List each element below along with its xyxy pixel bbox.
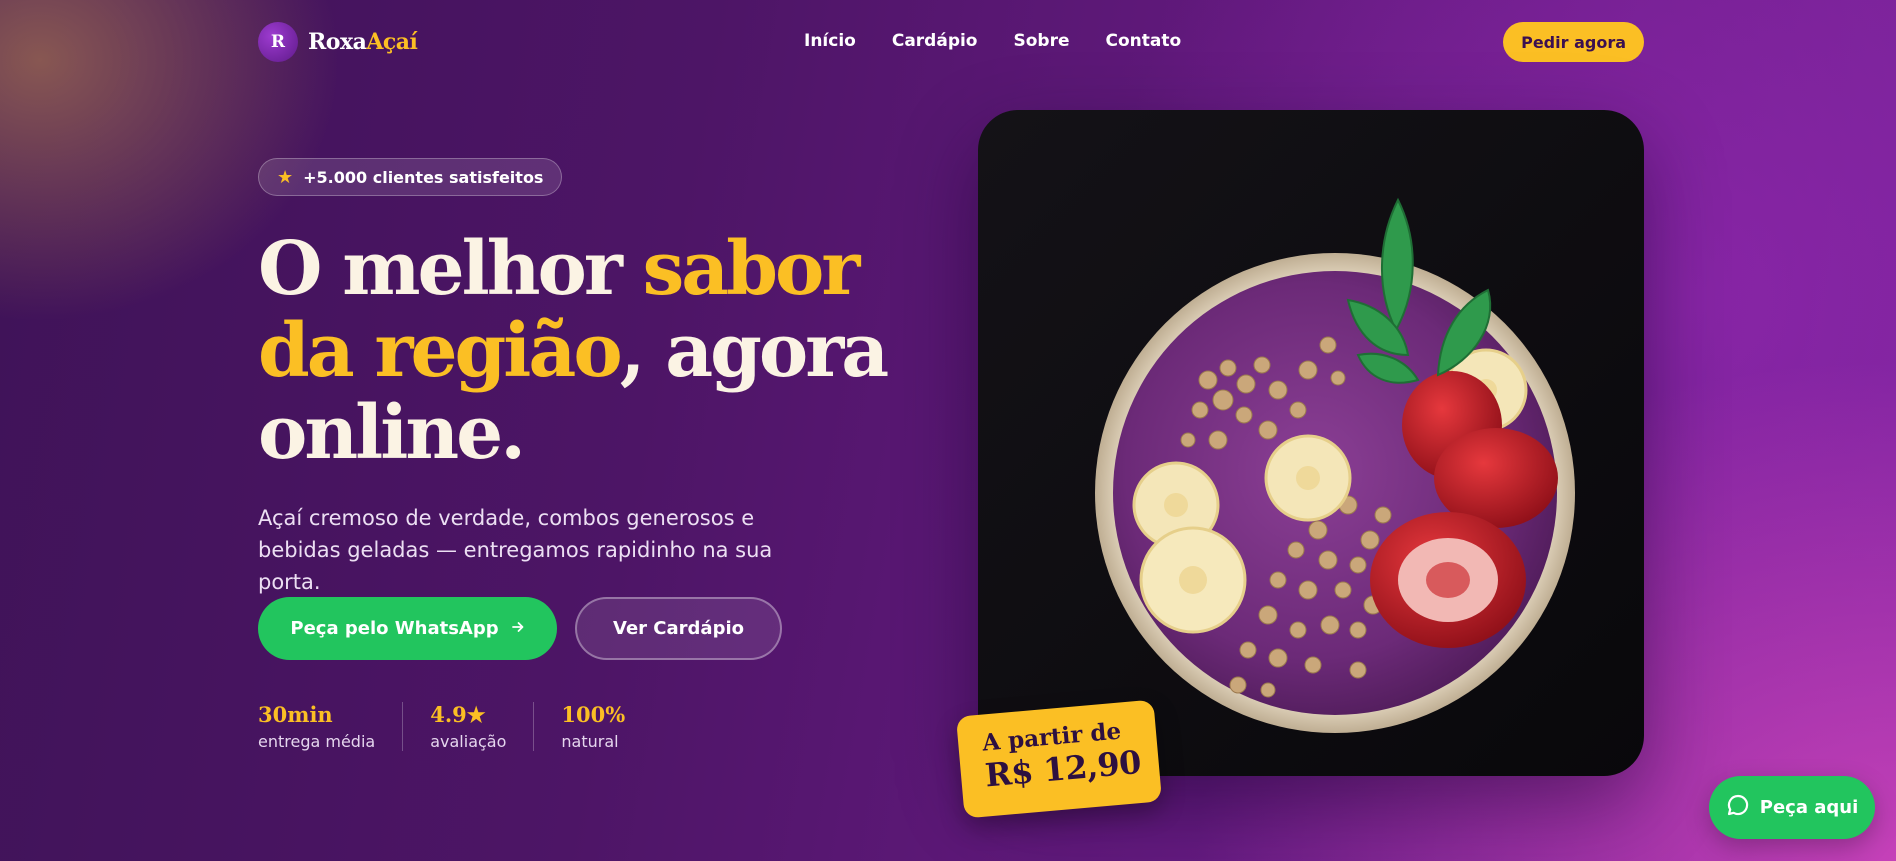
view-menu-button[interactable]: Ver Cardápio — [575, 597, 782, 660]
top-nav: R RoxaAçaí Início Cardápio Sobre Contato… — [258, 20, 1644, 64]
nav-link-inicio[interactable]: Início — [804, 31, 856, 51]
price-tag: A partir de R$ 12,90 — [955, 699, 1163, 819]
headline-part2: , agora — [619, 308, 890, 394]
badge-text: +5.000 clientes satisfeitos — [303, 167, 544, 187]
nav-link-sobre[interactable]: Sobre — [1014, 31, 1070, 51]
floating-whatsapp-label: Peça aqui — [1759, 797, 1859, 818]
acai-bowl-illustration — [1095, 197, 1575, 733]
hero-headline: O melhor sabor da região, agora online. — [258, 228, 898, 474]
stat-rating: 4.9★ avaliação — [430, 702, 535, 751]
stat-label: avaliação — [430, 732, 507, 751]
whatsapp-order-button[interactable]: Peça pelo WhatsApp — [258, 597, 557, 660]
logo-mark: R — [258, 22, 298, 62]
stat-natural: 100% natural — [561, 702, 652, 751]
hero-subtitle: Açaí cremoso de verdade, combos generoso… — [258, 506, 773, 594]
stat-value: 4.9★ — [430, 702, 486, 727]
headline-highlight1: sabor — [642, 226, 861, 312]
logo-text: RoxaAçaí — [308, 29, 418, 55]
nav-links: Início Cardápio Sobre Contato — [804, 31, 1181, 51]
stat-label: entrega média — [258, 732, 376, 751]
acai-bowl-image — [978, 110, 1644, 776]
floating-whatsapp-button[interactable]: Peça aqui — [1709, 776, 1875, 839]
headline-part1: O melhor — [258, 226, 643, 312]
nav-link-contato[interactable]: Contato — [1106, 31, 1182, 51]
arrow-right-icon — [511, 618, 525, 639]
logo-text-part2: Açaí — [366, 29, 418, 55]
stat-label: natural — [561, 732, 619, 751]
stat-delivery: 30min entrega média — [258, 702, 404, 751]
order-now-button[interactable]: Pedir agora — [1503, 22, 1644, 62]
headline-highlight2: da região — [258, 308, 623, 394]
chat-bubble-icon — [1726, 793, 1750, 822]
stats-row: 30min entrega média 4.9★ avaliação 100% … — [258, 702, 679, 751]
logo-text-part1: Roxa — [308, 29, 367, 55]
stat-value: 100% — [561, 702, 626, 727]
logo[interactable]: R RoxaAçaí — [258, 22, 418, 62]
satisfied-clients-badge: ★ +5.000 clientes satisfeitos — [258, 158, 563, 196]
whatsapp-order-label: Peça pelo WhatsApp — [290, 618, 499, 639]
nav-link-cardapio[interactable]: Cardápio — [892, 31, 978, 51]
headline-part3: online. — [258, 390, 526, 476]
star-icon: ★ — [277, 166, 294, 188]
stat-value: 30min — [258, 702, 333, 727]
